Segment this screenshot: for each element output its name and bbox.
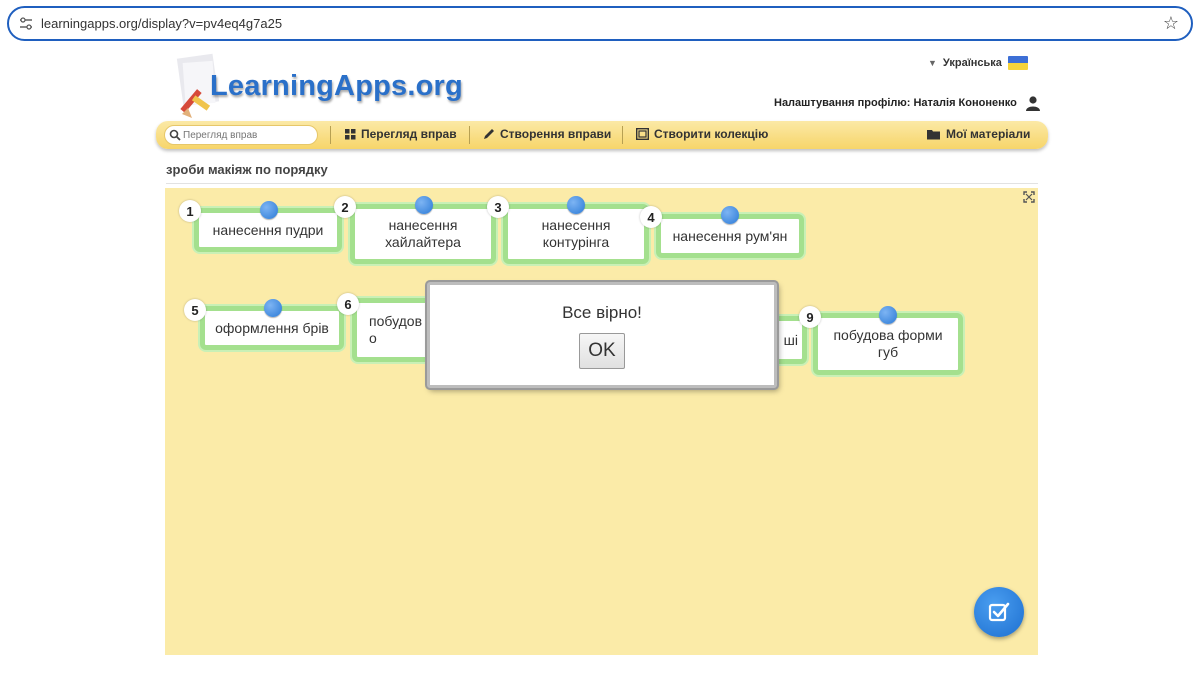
card-handle[interactable] [879,306,897,324]
pencil-icon [484,129,494,139]
nav-browse-exercises[interactable]: Перегляд вправ [345,127,457,141]
search-input[interactable] [183,129,313,141]
bookmark-star-icon[interactable]: ☆ [1163,14,1179,32]
profile-label: Налаштування профілю: Наталія Кононенко [774,97,1017,109]
nav-label: Створити колекцію [654,127,769,141]
browser-toolbar: learningapps.org/display?v=pv4eq4g7a25 ☆ [0,0,1200,46]
card-text: ші [783,331,798,348]
ukraine-flag-icon [1007,56,1028,70]
nav-my-materials[interactable]: Мої матеріали [927,127,1030,141]
card-number: 5 [184,299,206,321]
language-label: Українська [942,57,1002,69]
search-box[interactable] [164,125,318,145]
card-number: 3 [487,196,509,218]
dialog-message: Все вірно! [562,303,642,322]
main-navbar: Перегляд вправ Створення вправи Створити… [156,121,1048,149]
card-text: побудова форми губ [833,327,943,360]
card-handle[interactable] [567,196,585,214]
url-text[interactable]: learningapps.org/display?v=pv4eq4g7a25 [41,16,282,31]
card-text: оформлення брів [215,319,329,336]
card-handle[interactable] [415,196,433,214]
card-text: нанесення контурінга [541,217,611,250]
profile-settings[interactable]: Налаштування профілю: Наталія Кононенко [774,95,1041,111]
card-text: нанесення пудри [212,221,324,238]
card-number: 6 [337,293,359,315]
card-text: нанесення хайлайтера [385,217,461,250]
collection-icon [636,128,649,140]
ok-button[interactable]: OK [579,333,625,369]
nav-label: Мої матеріали [946,127,1031,141]
card-handle[interactable] [260,201,278,219]
search-icon [169,129,181,141]
card-handle[interactable] [721,206,739,224]
card-number: 1 [179,200,201,222]
exercise-title: зроби макіяж по порядку [166,162,328,177]
card-number: 9 [799,306,821,328]
nav-create-collection[interactable]: Створити колекцію [636,127,768,141]
exercise-area: нанесення пудри 1 нанесення хайлайтера 2… [165,188,1038,655]
folder-icon [927,129,940,139]
nav-divider [622,126,623,144]
site-settings-icon[interactable] [19,17,33,30]
nav-divider [469,126,470,144]
address-bar[interactable]: learningapps.org/display?v=pv4eq4g7a25 ☆ [7,6,1193,41]
nav-create-exercise[interactable]: Створення вправи [483,127,611,141]
site-logo[interactable]: LearningApps.org [168,50,468,126]
logo-text: LearningApps.org [210,70,463,102]
card-text: нанесення рум'ян [672,227,788,244]
user-icon[interactable] [1025,95,1041,111]
result-dialog: Все вірно! OK [427,282,777,388]
card-text: побудов о [369,313,423,346]
title-divider [166,183,1038,184]
card-number: 2 [334,196,356,218]
nav-divider [330,126,331,144]
checkbox-check-icon [988,602,1010,622]
caret-down-icon: ▼ [928,58,937,68]
grid-icon [345,128,356,139]
nav-label: Створення вправи [500,127,612,141]
card-handle[interactable] [264,299,282,317]
fullscreen-icon[interactable] [1023,191,1035,203]
nav-label: Перегляд вправ [361,127,457,141]
language-selector[interactable]: ▼ Українська [928,56,1028,70]
card-number: 4 [640,206,662,228]
check-answers-button[interactable] [974,587,1024,637]
